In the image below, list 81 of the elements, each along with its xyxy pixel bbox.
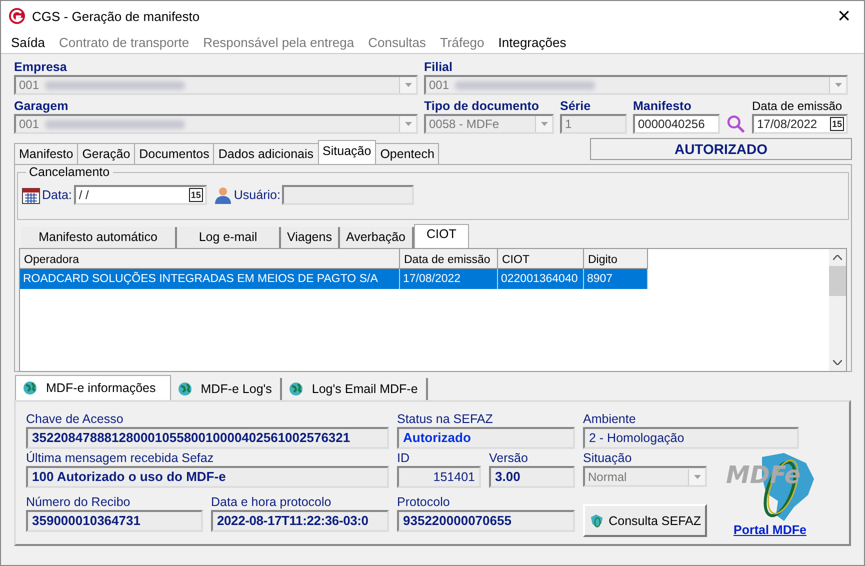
globe-icon — [176, 381, 193, 397]
text-field[interactable] — [282, 185, 414, 205]
menu-item[interactable]: Saída — [11, 34, 45, 50]
field-label: Última mensagem recebida Sefaz — [26, 451, 215, 466]
text-field[interactable]: 935220000070655 — [397, 510, 575, 532]
dropdown-field[interactable]: Normal — [583, 466, 707, 487]
text-field[interactable]: 2022-08-17T11:22:36-03:0 — [211, 510, 389, 532]
group-title: Cancelamento — [26, 165, 113, 179]
field-label: Número do Recibo — [26, 495, 132, 510]
field-label: Data de emissão — [752, 98, 844, 114]
field-label: Empresa — [14, 59, 68, 75]
text-field[interactable]: 359000010364731 — [26, 510, 203, 532]
globe-icon — [22, 380, 38, 396]
calendar-icon — [22, 186, 40, 204]
tab[interactable]: Manifesto — [14, 143, 78, 164]
portal-link[interactable]: Portal MDFe — [734, 523, 806, 537]
text-field[interactable]: 100 Autorizado o uso do MDF-e — [26, 466, 389, 488]
user-icon — [214, 186, 232, 204]
caret-icon — [540, 122, 548, 126]
tab[interactable]: Situação — [318, 140, 376, 164]
scroll-down-icon — [833, 360, 842, 365]
tab[interactable]: Log e-mail — [177, 227, 281, 248]
date-field[interactable]: / / 15 — [74, 185, 207, 205]
field-label: Chave de Acesso — [26, 412, 124, 427]
globe-icon — [288, 381, 304, 397]
field-label: Status na SEFAZ — [397, 412, 494, 427]
caret-icon — [404, 83, 412, 87]
column-header[interactable]: CIOT — [498, 249, 584, 269]
close-button[interactable]: × — [832, 5, 856, 27]
field-label: Filial — [424, 59, 454, 75]
text-field[interactable]: 35220847888128000105580010000402561002576321 — [26, 427, 389, 449]
field-label: Manifesto — [633, 98, 692, 114]
text-field[interactable]: 151401 — [397, 466, 481, 488]
dropdown-button[interactable] — [688, 468, 705, 484]
column-header[interactable]: Operadora — [20, 249, 400, 269]
caret-icon — [404, 122, 412, 126]
field-label: Usuário: — [234, 188, 280, 202]
search-icon — [726, 114, 746, 134]
field-label: Ambiente — [583, 412, 637, 427]
column-header[interactable]: Digito — [584, 249, 648, 269]
field-label: Protocolo — [397, 495, 451, 510]
caret-icon — [694, 474, 700, 478]
consult-button[interactable]: Consulta SEFAZ — [583, 504, 707, 537]
table-cell: 8907 — [584, 269, 648, 289]
field-label: Garagem — [14, 98, 70, 114]
tab[interactable]: Viagens — [281, 227, 340, 248]
field-label: ID — [397, 451, 410, 466]
field-label: Data: — [42, 188, 72, 202]
table-cell: 17/08/2022 — [400, 269, 498, 289]
text-field[interactable]: 2 - Homologação — [583, 427, 799, 449]
column-header[interactable]: Data de emissão — [400, 249, 498, 269]
tab[interactable]: Manifesto automático — [21, 227, 177, 248]
caret-icon — [834, 83, 842, 87]
table-cell: ROADCARD SOLUÇÕES INTEGRADAS EM MEIOS DE PAGTO S/A — [20, 269, 400, 289]
text-field[interactable]: Autorizado — [397, 427, 575, 449]
tab[interactable]: MDF-e Log's — [170, 378, 282, 400]
tab[interactable]: Opentech — [375, 143, 440, 164]
calendar-button[interactable]: 15 — [188, 188, 203, 202]
field-label: Tipo de documento — [424, 98, 540, 114]
tab[interactable]: Averbação — [340, 227, 414, 248]
field-label: Versão — [489, 451, 529, 466]
date-field[interactable]: 17/08/2022 15 — [752, 114, 848, 134]
field-label: Série — [560, 98, 592, 114]
menu-item[interactable]: Integrações — [498, 34, 566, 50]
text-field[interactable]: 3.00 — [489, 466, 575, 488]
tab[interactable]: MDF-e informações — [15, 375, 171, 400]
calendar-button[interactable]: 15 — [830, 117, 844, 131]
status-badge: AUTORIZADO — [590, 138, 852, 160]
tab[interactable]: Log's Email MDF-e — [282, 378, 428, 400]
tab[interactable]: Geração — [77, 143, 136, 164]
window-title: CGS - Geração de manifesto — [32, 8, 201, 24]
field-label: Situação — [583, 451, 633, 466]
table-cell: 022001364040 — [498, 269, 584, 289]
scrollbar[interactable] — [829, 249, 846, 371]
logo-text: MDFe — [726, 461, 801, 489]
text-field[interactable]: 0000040256 — [633, 114, 720, 134]
scroll-up-icon — [833, 255, 842, 260]
field-label: Data e hora protocolo — [211, 495, 332, 510]
scroll-thumb[interactable] — [829, 266, 846, 296]
tab[interactable]: CIOT — [414, 224, 470, 248]
app-logo-icon — [9, 8, 25, 24]
